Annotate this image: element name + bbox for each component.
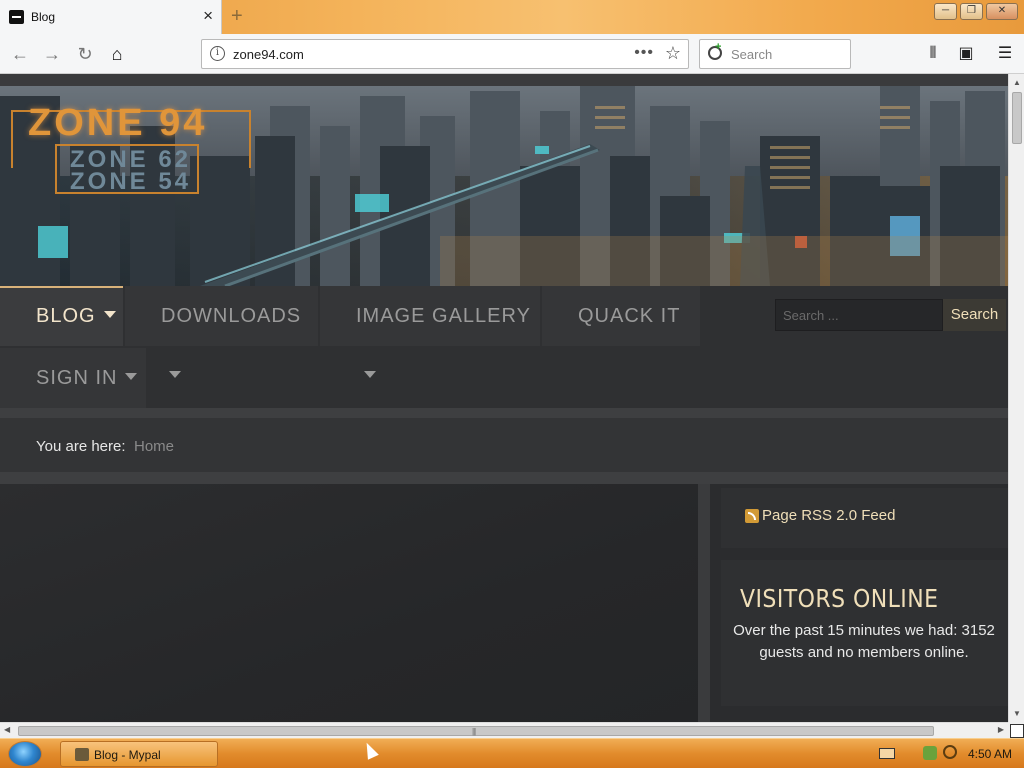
horizontal-scroll-thumb[interactable] — [18, 726, 934, 736]
visitors-online-title: VISITORS ONLINE — [740, 584, 939, 613]
bookmark-star-icon[interactable]: ☆ — [665, 43, 681, 64]
scrollbar-corner — [1008, 722, 1024, 738]
search-placeholder: Search — [731, 47, 773, 62]
site-favicon-icon — [9, 10, 24, 24]
site-main-menu: BLOG DOWNLOADS IMAGE GALLERY QUACK IT SI… — [0, 286, 1008, 408]
maximize-button[interactable]: ❐ — [960, 3, 983, 20]
taskbar-item-browser[interactable]: Blog - Mypal — [60, 741, 218, 767]
browser-tab-blog[interactable]: Blog × — [0, 0, 222, 34]
forward-arrow-icon[interactable]: → — [40, 42, 64, 66]
site-info-icon[interactable]: i — [210, 46, 225, 61]
caret-down-icon — [125, 373, 138, 380]
library-icon[interactable]: ⫴ — [921, 42, 945, 66]
visitors-online-text: Over the past 15 minutes we had: 3152 gu… — [733, 622, 995, 661]
menu-item-quack-it[interactable]: QUACK IT — [542, 286, 700, 346]
tab-close-icon[interactable]: × — [203, 7, 213, 25]
back-arrow-icon[interactable]: ← — [8, 42, 32, 66]
menu-item-label: BLOG — [36, 305, 96, 327]
web-page: ZONE 94 ZONE 62 ZONE 54 BLOG DOWNLOADS I… — [0, 74, 1008, 722]
menu-item-label: IMAGE GALLERY — [356, 305, 531, 327]
divider — [0, 472, 1008, 484]
url-bar[interactable]: i zone94.com ••• ☆ — [201, 39, 689, 69]
menu-item-image-gallery[interactable]: IMAGE GALLERY — [320, 286, 540, 378]
start-button-icon[interactable] — [8, 741, 42, 767]
menu-item-label: DOWNLOADS — [161, 305, 302, 327]
main-content-area — [0, 484, 710, 722]
page-top-strip — [0, 74, 1008, 86]
search-tray-icon[interactable] — [943, 745, 957, 759]
scroll-right-arrow-icon[interactable]: ▶ — [998, 725, 1004, 734]
caret-down-icon — [364, 371, 376, 378]
menu-hamburger-icon[interactable]: ☰ — [993, 42, 1017, 66]
browser-toolbar: ← → ↻ ⌂ i zone94.com ••• ☆ Search ⫴ ▣ ☰ — [0, 34, 1024, 74]
window-controls: ─ ❐ ✕ — [934, 3, 1018, 20]
new-tab-icon[interactable]: + — [231, 4, 243, 28]
site-logo-main[interactable]: ZONE 94 — [28, 102, 207, 145]
site-search-input[interactable]: Search ... — [775, 299, 943, 331]
windows-taskbar: Blog - Mypal 4:50 AM — [0, 738, 1024, 768]
scroll-left-arrow-icon[interactable]: ◀ — [4, 725, 10, 734]
url-text[interactable]: zone94.com — [233, 47, 304, 62]
menu-item-blog[interactable]: BLOG — [0, 286, 123, 346]
site-search-placeholder: Search ... — [783, 308, 839, 323]
reload-icon[interactable]: ↻ — [73, 42, 97, 66]
vertical-scrollbar[interactable]: ▲ ▼ — [1008, 74, 1024, 722]
taskbar-clock[interactable]: 4:50 AM — [968, 747, 1012, 761]
browser-tab-strip: Blog × + ─ ❐ ✕ — [0, 0, 1024, 34]
site-search-button[interactable]: Search — [943, 299, 1006, 331]
browser-app-icon — [75, 748, 89, 761]
sidebar-toggle-icon[interactable]: ▣ — [954, 42, 978, 66]
rss-icon[interactable] — [745, 509, 759, 523]
search-engine-icon — [708, 41, 722, 60]
scroll-grip-icon: ||| — [472, 727, 476, 736]
home-icon[interactable]: ⌂ — [105, 42, 129, 66]
menu-item-label: SIGN IN — [36, 367, 118, 389]
network-icon[interactable] — [923, 746, 937, 760]
site-logo-sub2: ZONE 54 — [70, 168, 192, 195]
divider — [0, 408, 1008, 418]
browser-search-input[interactable]: Search — [699, 39, 851, 69]
breadcrumb: You are here: Home — [0, 418, 1008, 472]
header-banner: ZONE 94 ZONE 62 ZONE 54 — [0, 86, 1008, 286]
page-actions-icon[interactable]: ••• — [634, 44, 654, 62]
breadcrumb-home-link[interactable]: Home — [134, 438, 174, 455]
taskbar-item-label: Blog - Mypal — [94, 748, 161, 762]
menu-item-label: QUACK IT — [578, 305, 681, 327]
menu-item-sign-in[interactable]: SIGN IN — [0, 348, 146, 408]
caret-down-icon — [103, 311, 116, 318]
horizontal-scrollbar[interactable]: ◀ ||| ▶ — [0, 722, 1008, 738]
tab-title: Blog — [31, 10, 56, 24]
scroll-up-arrow-icon[interactable]: ▲ — [1013, 78, 1021, 87]
vertical-scroll-thumb[interactable] — [1012, 92, 1022, 144]
caret-down-icon — [169, 371, 181, 378]
scroll-down-arrow-icon[interactable]: ▼ — [1013, 709, 1021, 718]
menu-item-downloads[interactable]: DOWNLOADS — [125, 286, 318, 378]
rss-feed-module: Page RSS 2.0 Feed — [721, 488, 1008, 548]
breadcrumb-label: You are here: — [36, 438, 126, 455]
rss-feed-link[interactable]: Page RSS 2.0 Feed — [762, 507, 895, 524]
keyboard-icon[interactable] — [879, 748, 895, 759]
window-close-button[interactable]: ✕ — [986, 3, 1018, 20]
minimize-button[interactable]: ─ — [934, 3, 957, 20]
visitors-online-module: VISITORS ONLINE Over the past 15 minutes… — [721, 560, 1008, 706]
